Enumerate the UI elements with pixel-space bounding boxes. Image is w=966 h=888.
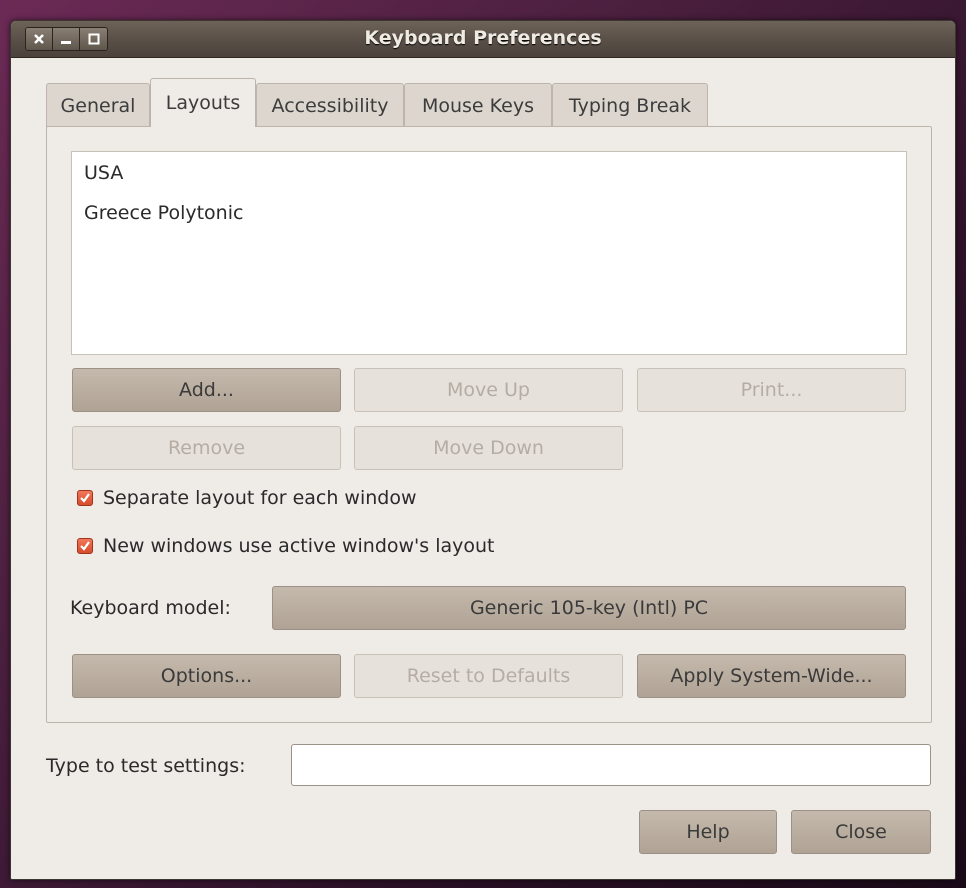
separate-layout-label: Separate layout for each window bbox=[103, 487, 417, 509]
checkmark-icon bbox=[80, 493, 90, 503]
keyboard-preferences-window: Keyboard Preferences General Layouts Acc… bbox=[10, 20, 956, 880]
separate-layout-option[interactable]: Separate layout for each window bbox=[77, 487, 417, 509]
tab-accessibility[interactable]: Accessibility bbox=[256, 83, 404, 127]
new-windows-checkbox[interactable] bbox=[77, 538, 93, 554]
window-title: Keyboard Preferences bbox=[364, 27, 602, 49]
help-button[interactable]: Help bbox=[639, 810, 777, 854]
keyboard-model-button[interactable]: Generic 105-key (Intl) PC bbox=[272, 586, 906, 630]
add-button[interactable]: Add... bbox=[72, 368, 341, 412]
new-windows-label: New windows use active window's layout bbox=[103, 535, 495, 557]
tab-typing-break[interactable]: Typing Break bbox=[552, 83, 708, 127]
reset-defaults-button[interactable]: Reset to Defaults bbox=[354, 654, 623, 698]
test-settings-input[interactable] bbox=[291, 744, 931, 786]
new-windows-option[interactable]: New windows use active window's layout bbox=[77, 535, 495, 557]
move-up-button[interactable]: Move Up bbox=[354, 368, 623, 412]
tab-general[interactable]: General bbox=[46, 83, 150, 127]
close-button[interactable]: Close bbox=[791, 810, 931, 854]
tab-mouse-keys[interactable]: Mouse Keys bbox=[404, 83, 552, 127]
list-item[interactable]: USA bbox=[84, 162, 123, 184]
checkmark-icon bbox=[80, 541, 90, 551]
apply-system-wide-button[interactable]: Apply System-Wide... bbox=[637, 654, 906, 698]
tab-layouts[interactable]: Layouts bbox=[150, 78, 256, 127]
list-item[interactable]: Greece Polytonic bbox=[84, 202, 243, 224]
test-settings-label: Type to test settings: bbox=[46, 755, 246, 777]
print-button[interactable]: Print... bbox=[637, 368, 906, 412]
remove-button[interactable]: Remove bbox=[72, 426, 341, 470]
layouts-list[interactable]: USA Greece Polytonic bbox=[71, 151, 907, 355]
separate-layout-checkbox[interactable] bbox=[77, 490, 93, 506]
keyboard-model-label: Keyboard model: bbox=[70, 597, 231, 619]
move-down-button[interactable]: Move Down bbox=[354, 426, 623, 470]
options-button[interactable]: Options... bbox=[72, 654, 341, 698]
title-bar[interactable]: Keyboard Preferences bbox=[11, 21, 955, 58]
